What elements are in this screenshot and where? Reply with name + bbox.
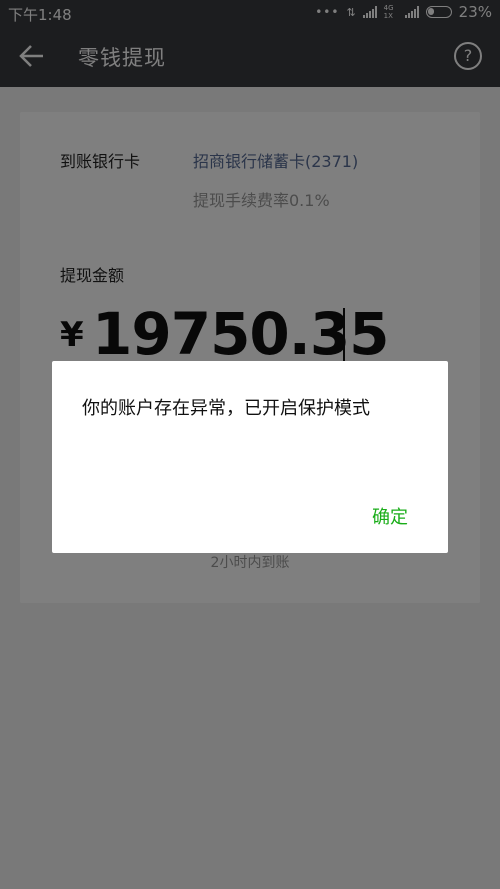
alert-dialog: 你的账户存在异常，已开启保护模式 确定 [52, 361, 448, 553]
dialog-message: 你的账户存在异常，已开启保护模式 [82, 398, 370, 419]
confirm-button[interactable]: 确定 [372, 503, 408, 529]
